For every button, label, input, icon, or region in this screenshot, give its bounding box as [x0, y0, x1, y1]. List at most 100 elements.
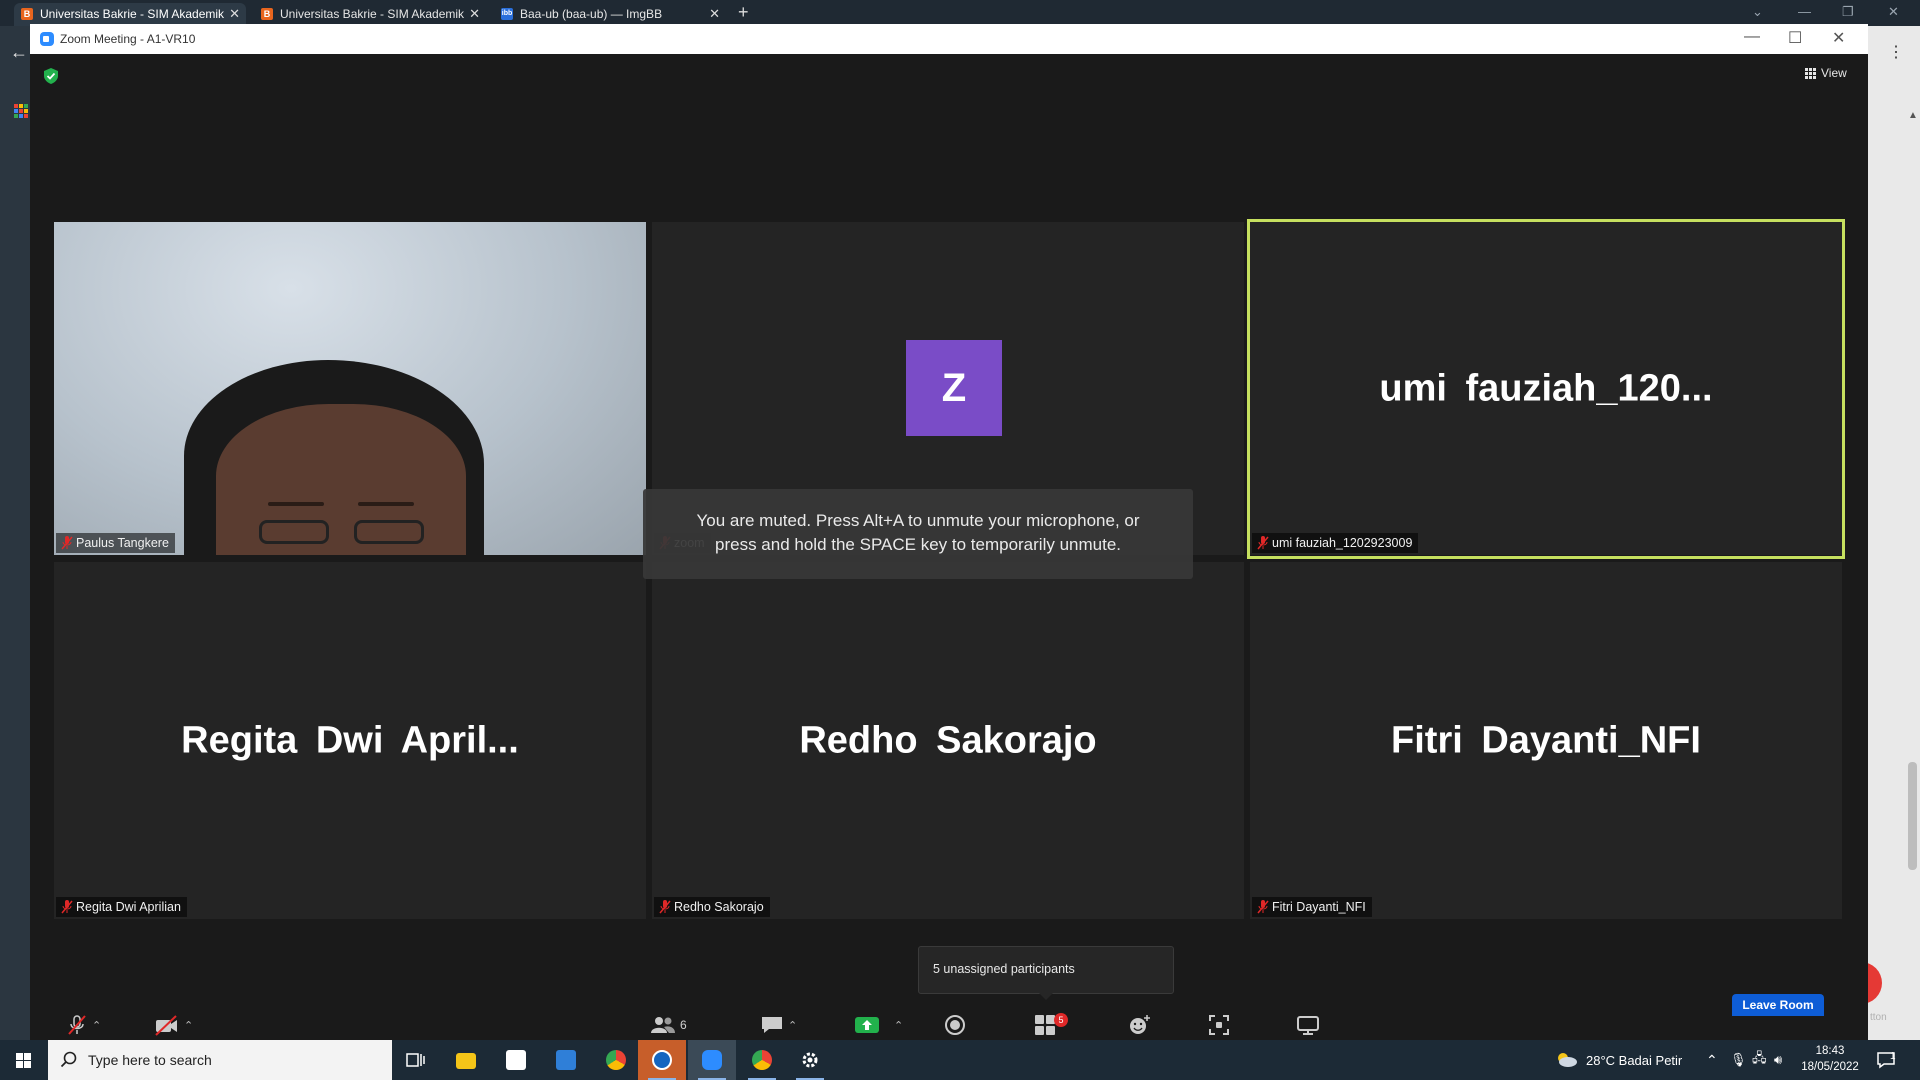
search-placeholder: Type here to search — [88, 1052, 212, 1068]
file-explorer-button[interactable] — [442, 1040, 490, 1080]
mail-icon — [556, 1050, 576, 1070]
participants-icon — [651, 1017, 675, 1033]
weather-widget[interactable]: 28°C Badai Petir — [1554, 1040, 1682, 1080]
chrome-button[interactable] — [592, 1040, 640, 1080]
notification-count: 1 — [1890, 1050, 1896, 1062]
video-tile-redho[interactable]: Redho Sakorajo Redho Sakorajo — [652, 562, 1244, 919]
participant-big-name: umi fauziah_120... — [1379, 367, 1713, 409]
encryption-shield-icon[interactable] — [44, 68, 58, 84]
clock-time: 18:43 — [1815, 1045, 1845, 1057]
leave-room-button[interactable]: Leave Room — [1732, 994, 1824, 1016]
mail-button[interactable] — [542, 1040, 590, 1080]
video-tile-umi[interactable]: umi fauziah_120... umi fauziah_120292300… — [1250, 222, 1842, 555]
participant-big-name: Regita Dwi April... — [181, 719, 519, 761]
chrome-icon — [752, 1050, 772, 1070]
maximize-icon[interactable]: ☐ — [1788, 28, 1802, 48]
search-icon — [60, 1051, 77, 1068]
video-tile-paulus[interactable]: Paulus Tangkere — [54, 222, 646, 555]
camera-brow-shape — [358, 502, 414, 506]
browser-tab-label: Universitas Bakrie - SIM Akademik — [280, 7, 465, 21]
tab-search-icon[interactable]: ⌄ — [1752, 4, 1763, 20]
page-scrollbar[interactable] — [1908, 762, 1917, 870]
mic-muted-icon — [1257, 536, 1269, 550]
zoom-logo-icon — [40, 32, 54, 46]
browser-tab-label: Universitas Bakrie - SIM Akademik — [40, 7, 225, 21]
zoom-button[interactable] — [688, 1040, 736, 1080]
microsoft-store-button[interactable] — [492, 1040, 540, 1080]
video-tile-regita[interactable]: Regita Dwi April... Regita Dwi Aprilian — [54, 562, 646, 919]
scroll-up-icon[interactable]: ▲ — [1908, 110, 1918, 121]
apps-button[interactable] — [1208, 1010, 1230, 1040]
chat-options-caret-icon[interactable]: ⌃ — [788, 1019, 797, 1032]
task-view-icon — [406, 1053, 425, 1067]
participants-button[interactable]: 6 — [650, 1010, 687, 1040]
new-tab-button[interactable]: + — [738, 2, 749, 23]
notification-center-button[interactable]: 1 — [1876, 1040, 1896, 1080]
settings-button[interactable] — [786, 1040, 834, 1080]
volume-icon[interactable]: 🔊︎ — [1774, 1040, 1782, 1080]
camera-glasses-shape — [259, 520, 329, 544]
view-button[interactable]: View — [1805, 66, 1847, 80]
minimize-icon[interactable]: — — [1744, 28, 1760, 46]
taskbar-clock[interactable]: 18:43 18/05/2022 — [1790, 1043, 1870, 1075]
windows-taskbar: Type here to search 28°C Badai Petir ⌃ 🎙… — [0, 1040, 1920, 1080]
browser-tab[interactable]: B Universitas Bakrie - SIM Akademik ✕ — [14, 3, 246, 26]
browser-restore-icon[interactable]: ❐ — [1842, 4, 1854, 20]
browser-tab[interactable]: B Universitas Bakrie - SIM Akademik ✕ — [254, 3, 486, 26]
close-tab-icon[interactable]: ✕ — [229, 6, 240, 22]
blogger-favicon-icon: B — [261, 8, 273, 20]
mic-muted-icon — [61, 900, 73, 914]
windows-logo-icon — [16, 1053, 31, 1068]
breakout-rooms-button[interactable]: 5 — [1034, 1010, 1068, 1040]
store-icon — [506, 1050, 526, 1070]
network-icon[interactable]: 🖧︎ — [1752, 1040, 1767, 1080]
zoom-icon — [702, 1050, 722, 1070]
back-arrow-icon[interactable]: ← — [10, 42, 28, 63]
show-hidden-icons-icon[interactable]: ⌃ — [1706, 1040, 1718, 1080]
breakout-badge: 5 — [1054, 1013, 1068, 1027]
unassigned-participants-tooltip: 5 unassigned participants — [918, 946, 1174, 1000]
muted-notification: You are muted. Press Alt+A to unmute you… — [643, 489, 1193, 579]
participant-name-label: Redho Sakorajo — [654, 897, 770, 917]
browser-close-icon[interactable]: ✕ — [1888, 4, 1899, 20]
share-screen-button[interactable]: ⌃ — [854, 1010, 903, 1040]
browser-tab[interactable]: ibb Baa-ub (baa-ub) — ImgBB ✕ — [494, 3, 726, 26]
microphone-tray-icon[interactable]: 🎙︎ — [1730, 1040, 1747, 1080]
video-off-icon — [155, 1015, 177, 1036]
avatar: Z — [906, 340, 1002, 436]
chrome-profile-button[interactable] — [738, 1040, 786, 1080]
browser-minimize-icon[interactable]: — — [1798, 4, 1811, 19]
meeting-toolbar: ⌃ ⌃ 6 ⌃ ⌃ 5 — [30, 1010, 1868, 1040]
close-tab-icon[interactable]: ✕ — [709, 6, 720, 22]
start-button[interactable] — [0, 1040, 48, 1080]
apps-grid-icon[interactable] — [14, 104, 28, 118]
audio-options-caret-icon[interactable]: ⌃ — [92, 1019, 101, 1032]
record-icon — [945, 1015, 965, 1035]
whiteboard-button[interactable] — [1296, 1010, 1320, 1040]
reactions-button[interactable] — [1128, 1010, 1152, 1040]
unmute-button[interactable]: ⌃ — [66, 1010, 101, 1040]
chat-icon — [762, 1017, 782, 1033]
participants-count: 6 — [680, 1018, 687, 1032]
mic-muted-icon — [1257, 900, 1269, 914]
task-view-button[interactable] — [392, 1040, 440, 1080]
video-tile-fitri[interactable]: Fitri Dayanti_NFI Fitri Dayanti_NFI — [1250, 562, 1842, 919]
teamviewer-button[interactable] — [638, 1040, 686, 1080]
record-button[interactable] — [944, 1010, 966, 1040]
browser-menu-icon[interactable]: ⋮ — [1888, 42, 1904, 62]
share-options-caret-icon[interactable]: ⌃ — [894, 1019, 903, 1032]
start-video-button[interactable]: ⌃ — [154, 1010, 193, 1040]
mic-muted-icon — [659, 900, 671, 914]
close-icon[interactable]: ✕ — [1832, 28, 1845, 48]
participant-name-label: umi fauziah_1202923009 — [1252, 533, 1419, 553]
muted-notification-line2: press and hold the SPACE key to temporar… — [715, 535, 1121, 554]
participant-big-name: Redho Sakorajo — [799, 719, 1097, 761]
reactions-icon — [1130, 1015, 1150, 1034]
breakout-rooms-icon — [1035, 1015, 1055, 1035]
close-tab-icon[interactable]: ✕ — [469, 6, 480, 22]
video-options-caret-icon[interactable]: ⌃ — [184, 1019, 193, 1032]
chrome-icon — [606, 1050, 626, 1070]
chat-button[interactable]: ⌃ — [760, 1010, 797, 1040]
taskbar-search-box[interactable]: Type here to search — [48, 1040, 392, 1080]
view-label: View — [1821, 66, 1847, 80]
